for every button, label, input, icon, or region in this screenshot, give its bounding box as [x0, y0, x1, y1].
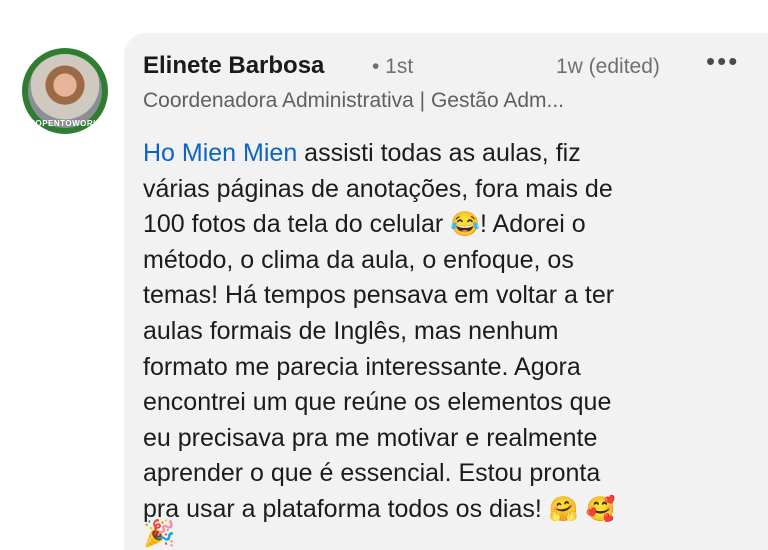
comment-fragment: 100 fotos da tela do celular [143, 210, 451, 239]
comment-line-6: aulas formais de Inglês, mas nenhum [143, 316, 559, 345]
smiling-hearts-emoji-icon: 🥰 [585, 495, 616, 523]
author-headline: Coordenadora Administrativa | Gestão Adm… [143, 89, 565, 112]
connection-degree: • 1st [372, 55, 414, 78]
more-options-icon[interactable]: ••• [706, 46, 739, 77]
comment-line-9: eu precisava pra me motivar e realmente [143, 423, 598, 452]
comment-line-10: aprender o que é essencial. Estou pronta [143, 459, 601, 488]
comment-line-3: 100 fotos da tela do celular 😂! Adorei o [143, 207, 733, 243]
mention-link[interactable]: Ho Mien Mien [143, 139, 297, 167]
avatar[interactable]: #OPENTOWORK [22, 48, 108, 134]
comment-line-5: temas! Há tempos pensava em voltar a ter [143, 281, 615, 310]
comment-line-2: várias páginas de anotações, fora mais d… [143, 174, 613, 203]
open-to-work-badge: #OPENTOWORK [30, 119, 100, 128]
comment-line-8: encontrei um que reúne os elementos que [143, 388, 612, 417]
comment-line-11: pra usar a plataforma todos os dias! 🤗 🥰 [143, 492, 733, 528]
party-popper-emoji-icon: 🎉 [143, 518, 176, 548]
hugging-emoji-icon: 🤗 [548, 495, 579, 523]
comment-fragment: pra usar a plataforma todos os dias! [143, 494, 549, 523]
comment-fragment: ! Adorei o [480, 210, 586, 239]
comment-timestamp: 1w (edited) [556, 55, 660, 78]
comment-text: Ho Mien Mien assisti todas as aulas, fiz… [143, 136, 733, 528]
comment-line-1: Ho Mien Mien assisti todas as aulas, fiz [143, 136, 733, 172]
laughing-emoji-icon: 😂 [450, 211, 481, 239]
comment-fragment: assisti todas as aulas, fiz [297, 139, 581, 167]
avatar-photo [28, 54, 102, 128]
comment-line-7: formato me parecia interessante. Agora [143, 352, 581, 381]
author-name[interactable]: Elinete Barbosa [143, 52, 324, 80]
comment-line-4: método, o clima da aula, o enfoque, os [143, 245, 574, 274]
comment-card: #OPENTOWORK Elinete Barbosa • 1st 1w (ed… [0, 0, 768, 550]
